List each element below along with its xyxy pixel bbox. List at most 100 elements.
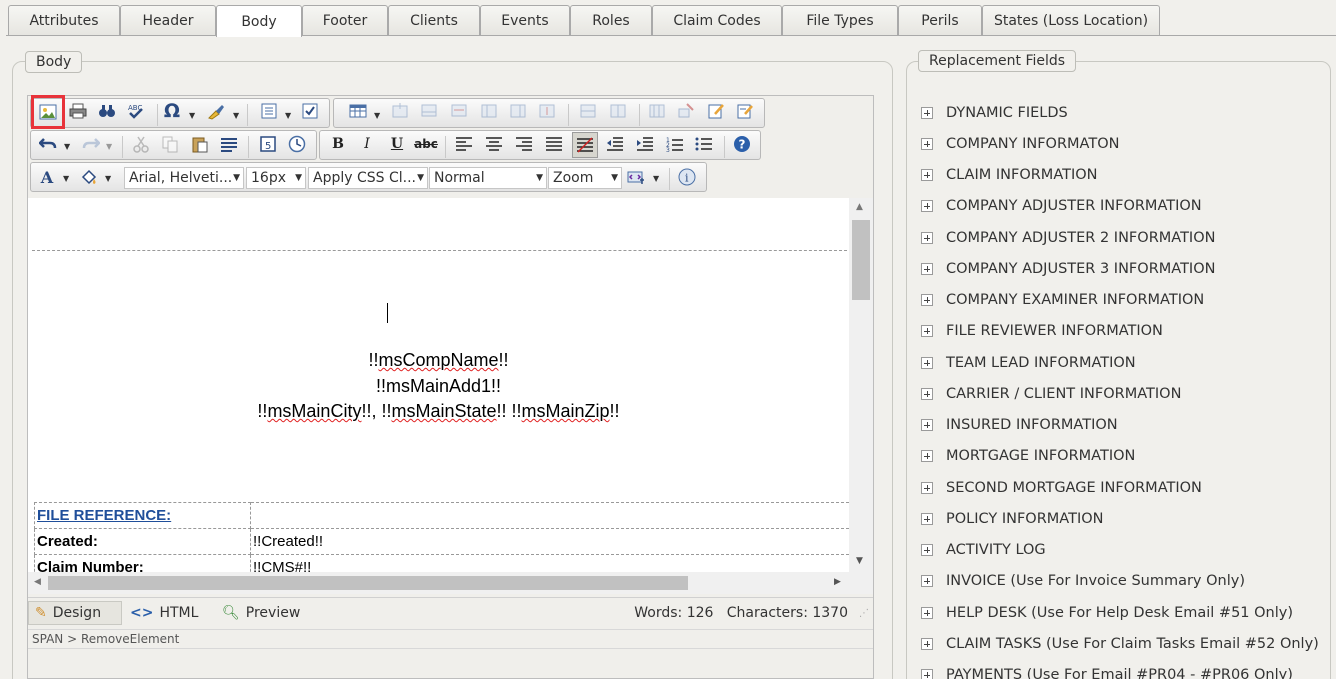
vertical-scrollbar[interactable]: ▲ ▼ [849, 198, 873, 572]
underline-icon[interactable]: U [386, 133, 408, 155]
resize-grip-icon[interactable]: ⋰ [859, 608, 869, 619]
tab-file-types[interactable]: File Types [782, 5, 898, 36]
indent-icon[interactable] [634, 133, 656, 155]
background-color-dropdown-icon[interactable]: ▼ [105, 174, 111, 183]
format-stripper-dropdown-icon[interactable]: ▼ [233, 111, 239, 120]
edit-template-icon[interactable] [734, 100, 756, 122]
tab-footer[interactable]: Footer [302, 5, 388, 36]
format-stripper-icon[interactable] [205, 100, 227, 122]
numbered-list-icon[interactable]: 123 [664, 133, 686, 155]
cut-icon[interactable] [130, 133, 152, 155]
scroll-up-arrow-icon[interactable]: ▲ [856, 202, 863, 212]
tab-states[interactable]: States (Loss Location) [982, 5, 1160, 36]
cell-properties-icon[interactable] [646, 100, 668, 122]
align-left-icon[interactable] [453, 133, 475, 155]
foreground-color-icon[interactable]: A [36, 166, 58, 188]
expand-plus-icon[interactable] [921, 419, 933, 432]
redo-dropdown-icon[interactable]: ▼ [106, 142, 112, 151]
tab-clients[interactable]: Clients [388, 5, 480, 36]
insert-row-above-icon[interactable] [389, 100, 411, 122]
tab-attributes[interactable]: Attributes [8, 5, 120, 36]
replacement-field-item[interactable]: INVOICE (Use For Invoice Summary Only) [921, 566, 1321, 597]
vertical-scroll-thumb[interactable] [852, 220, 870, 300]
scroll-down-arrow-icon[interactable]: ▼ [856, 556, 863, 566]
paragraph-icon[interactable] [218, 133, 240, 155]
expand-plus-icon[interactable] [921, 481, 933, 494]
special-char-dropdown-icon[interactable]: ▼ [189, 111, 195, 120]
replacement-field-item[interactable]: HELP DESK (Use For Help Desk Email #51 O… [921, 597, 1321, 628]
replacement-field-item[interactable]: SECOND MORTGAGE INFORMATION [921, 472, 1321, 503]
insert-date-icon[interactable]: 5 [257, 133, 279, 155]
bullet-list-icon[interactable] [693, 133, 715, 155]
redo-icon[interactable] [80, 133, 102, 155]
replacement-field-item[interactable]: CLAIM TASKS (Use For Claim Tasks Email #… [921, 628, 1321, 659]
remove-alignment-icon[interactable] [572, 132, 598, 158]
special-char-icon[interactable]: Ω [161, 100, 183, 122]
expand-plus-icon[interactable] [921, 669, 933, 679]
edit-properties-icon[interactable] [705, 100, 727, 122]
replacement-field-item[interactable]: PAYMENTS (Use For Email #PR04 - #PR06 On… [921, 660, 1321, 679]
zoom-select[interactable]: Zoom ▼ [548, 167, 622, 189]
spell-check-icon[interactable]: ABC [125, 100, 147, 122]
insert-snippet-dropdown-icon[interactable]: ▼ [653, 174, 659, 183]
strikethrough-icon[interactable]: abc [414, 133, 438, 155]
italic-icon[interactable]: I [356, 133, 378, 155]
outdent-icon[interactable] [604, 133, 626, 155]
expand-plus-icon[interactable] [921, 606, 933, 619]
horizontal-scroll-thumb[interactable] [48, 576, 688, 590]
expand-plus-icon[interactable] [921, 575, 933, 588]
replacement-field-item[interactable]: CARRIER / CLIENT INFORMATION [921, 378, 1321, 409]
preview-mode-button[interactable]: 🔍︎ Preview [216, 601, 306, 625]
expand-plus-icon[interactable] [921, 262, 933, 275]
expand-plus-icon[interactable] [921, 356, 933, 369]
expand-plus-icon[interactable] [921, 231, 933, 244]
replacement-field-item[interactable]: TEAM LEAD INFORMATION [921, 347, 1321, 378]
background-color-icon[interactable] [78, 166, 100, 188]
replacement-field-item[interactable]: POLICY INFORMATION [921, 503, 1321, 534]
replacement-field-item[interactable]: INSURED INFORMATION [921, 410, 1321, 441]
justify-icon[interactable] [543, 133, 565, 155]
font-name-select[interactable]: Arial, Helveti... ▼ [124, 167, 244, 189]
copy-icon[interactable] [159, 133, 181, 155]
scroll-left-arrow-icon[interactable]: ◀ [34, 577, 41, 587]
tab-roles[interactable]: Roles [570, 5, 652, 36]
replacement-field-item[interactable]: DYNAMIC FIELDS [921, 97, 1321, 128]
insert-table-icon[interactable] [347, 100, 369, 122]
tab-header[interactable]: Header [120, 5, 216, 36]
insert-time-icon[interactable] [286, 133, 308, 155]
expand-plus-icon[interactable] [921, 294, 933, 307]
expand-plus-icon[interactable] [921, 200, 933, 213]
html-mode-button[interactable]: <> HTML [124, 601, 204, 625]
tab-body[interactable]: Body [216, 5, 302, 37]
expand-plus-icon[interactable] [921, 137, 933, 150]
tab-perils[interactable]: Perils [898, 5, 982, 36]
expand-plus-icon[interactable] [921, 325, 933, 338]
module-manager-icon[interactable] [258, 100, 280, 122]
tab-events[interactable]: Events [480, 5, 570, 36]
expand-plus-icon[interactable] [921, 544, 933, 557]
replacement-field-item[interactable]: ACTIVITY LOG [921, 535, 1321, 566]
split-cell-icon[interactable] [607, 100, 629, 122]
delete-row-icon[interactable] [448, 100, 470, 122]
align-right-icon[interactable] [513, 133, 535, 155]
replacement-field-item[interactable]: COMPANY EXAMINER INFORMATION [921, 285, 1321, 316]
expand-plus-icon[interactable] [921, 106, 933, 119]
expand-plus-icon[interactable] [921, 387, 933, 400]
design-mode-button[interactable]: ✎ Design [28, 601, 122, 625]
tab-claim-codes[interactable]: Claim Codes [652, 5, 782, 36]
replacement-field-item[interactable]: CLAIM INFORMATION [921, 160, 1321, 191]
paragraph-style-select[interactable]: Normal ▼ [429, 167, 547, 189]
expand-plus-icon[interactable] [921, 637, 933, 650]
horizontal-scrollbar[interactable]: ◀ ▶ [28, 572, 873, 594]
replacement-field-item[interactable]: MORTGAGE INFORMATION [921, 441, 1321, 472]
insert-snippet-icon[interactable] [625, 166, 647, 188]
paste-icon[interactable] [189, 133, 211, 155]
editor-content-area[interactable]: !!msCompName!! !!msMainAdd1!! !!msMainCi… [28, 198, 849, 572]
find-replace-icon[interactable] [96, 100, 118, 122]
image-manager-icon[interactable] [31, 95, 65, 129]
undo-dropdown-icon[interactable]: ▼ [64, 142, 70, 151]
module-manager-dropdown-icon[interactable]: ▼ [285, 111, 291, 120]
merge-cells-icon[interactable] [577, 100, 599, 122]
replacement-field-item[interactable]: COMPANY ADJUSTER 3 INFORMATION [921, 253, 1321, 284]
scroll-right-arrow-icon[interactable]: ▶ [834, 577, 841, 587]
